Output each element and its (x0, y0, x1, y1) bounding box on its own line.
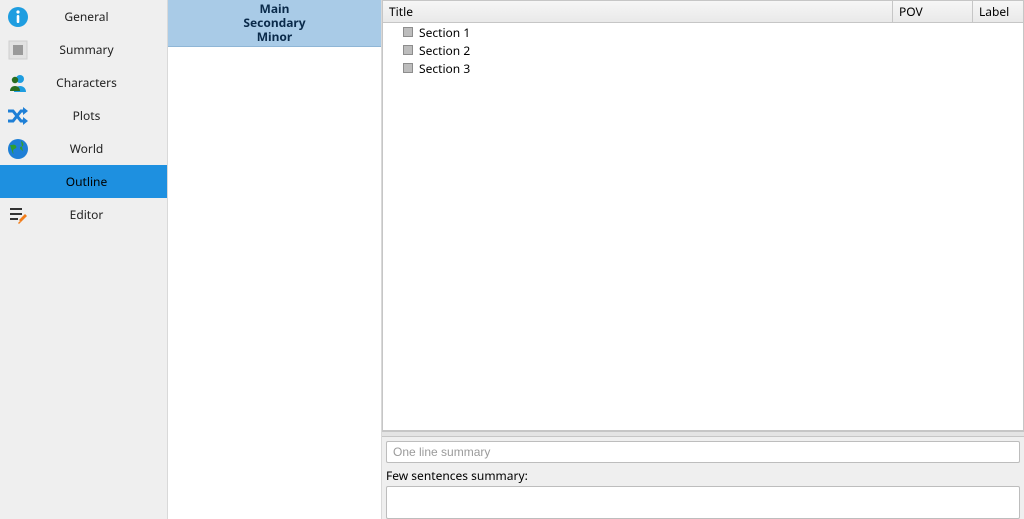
square-icon (6, 38, 30, 62)
column-pov[interactable]: POV (893, 1, 973, 22)
few-sentences-label: Few sentences summary: (386, 467, 1020, 484)
tree-row[interactable]: Section 1 (383, 23, 1023, 41)
tree-body[interactable]: Section 1 Section 2 Section 3 (383, 23, 1023, 430)
sidebar-item-label: Characters (30, 74, 167, 91)
sidebar-item-characters[interactable]: Characters (0, 66, 167, 99)
doc-icon (403, 27, 413, 37)
middle-header[interactable]: Main Secondary Minor (168, 0, 381, 47)
sidebar-item-label: Plots (30, 107, 167, 124)
tree-row[interactable]: Section 2 (383, 41, 1023, 59)
tree-row-title: Section 3 (419, 60, 470, 77)
edit-icon (6, 203, 30, 227)
one-line-summary-input[interactable] (386, 441, 1020, 463)
sidebar-item-world[interactable]: World (0, 132, 167, 165)
few-sentences-summary-input[interactable] (386, 486, 1020, 519)
main-area: Title POV Label Section 1 Section 2 Sect… (382, 0, 1024, 519)
sidebar-item-summary[interactable]: Summary (0, 33, 167, 66)
sidebar-item-general[interactable]: General (0, 0, 167, 33)
sidebar-item-label: Summary (30, 41, 167, 58)
tree-row-title: Section 2 (419, 42, 470, 59)
doc-icon (403, 63, 413, 73)
sidebar-item-label: World (30, 140, 167, 157)
outline-icon (6, 170, 30, 194)
tree-row[interactable]: Section 3 (383, 59, 1023, 77)
sidebar-item-label: Outline (30, 173, 167, 190)
column-label[interactable]: Label (973, 1, 1023, 22)
sidebar-item-label: Editor (30, 206, 167, 223)
doc-icon (403, 45, 413, 55)
tree-row-title: Section 1 (419, 24, 470, 41)
info-icon (6, 5, 30, 29)
sidebar-item-label: General (30, 8, 167, 25)
sidebar-item-editor[interactable]: Editor (0, 198, 167, 231)
column-title[interactable]: Title (383, 1, 893, 22)
globe-icon (6, 137, 30, 161)
shuffle-icon (6, 104, 30, 128)
sidebar-item-outline[interactable]: Outline (0, 165, 167, 198)
outline-tree: Title POV Label Section 1 Section 2 Sect… (382, 0, 1024, 431)
summary-pane: Few sentences summary: (382, 437, 1024, 519)
mid-header-minor: Minor (168, 30, 381, 44)
person-icon (6, 71, 30, 95)
sidebar-item-plots[interactable]: Plots (0, 99, 167, 132)
sidebar: General Summary Characters Plots World (0, 0, 168, 519)
middle-column: Main Secondary Minor (168, 0, 382, 519)
tree-header: Title POV Label (383, 1, 1023, 23)
